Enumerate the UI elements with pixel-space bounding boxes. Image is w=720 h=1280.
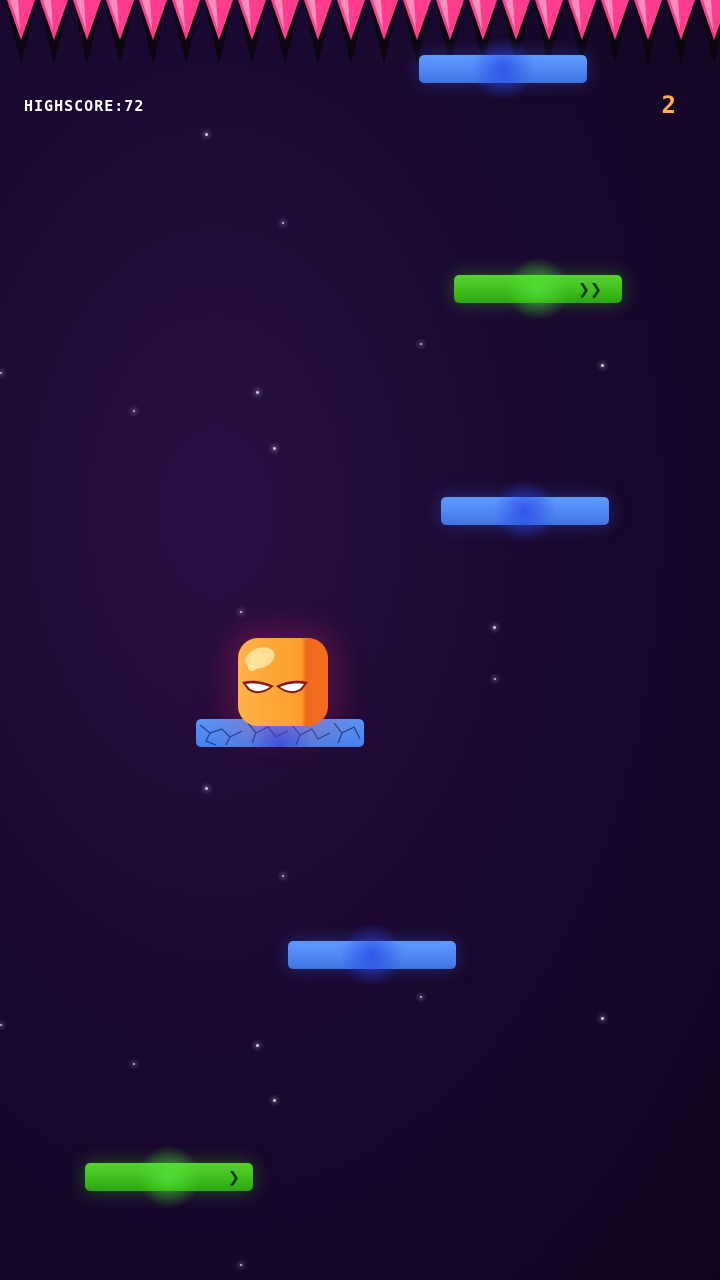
platform-glow bbox=[506, 257, 570, 321]
star-icon bbox=[273, 1099, 276, 1102]
platform-glow bbox=[137, 1145, 201, 1209]
chevron-right-icon: ❯ bbox=[228, 1165, 241, 1189]
player-character bbox=[238, 638, 328, 726]
star-icon bbox=[256, 1044, 259, 1047]
star-icon bbox=[240, 611, 242, 613]
star-icon bbox=[493, 626, 496, 629]
star-icon bbox=[601, 364, 604, 367]
star-icon bbox=[205, 133, 208, 136]
current-score: 2 bbox=[661, 91, 676, 119]
star-icon bbox=[256, 391, 259, 394]
orange-cube-angry-eyes-icon bbox=[242, 647, 308, 694]
platform-blue bbox=[441, 479, 609, 543]
star-icon bbox=[0, 1024, 2, 1026]
star-icon bbox=[282, 875, 284, 877]
star-icon bbox=[420, 343, 422, 345]
star-icon bbox=[282, 222, 284, 224]
star-icon bbox=[133, 410, 135, 412]
star-icon bbox=[420, 996, 422, 998]
star-icon bbox=[205, 787, 208, 790]
platform-glow bbox=[493, 479, 557, 543]
star-icon bbox=[133, 1063, 135, 1065]
ceiling-spikes bbox=[6, 0, 720, 64]
star-icon bbox=[240, 1264, 242, 1266]
platform-glow bbox=[471, 37, 535, 101]
game-screen[interactable]: HIGHSCORE:72 2 ❯❯ ❯ bbox=[0, 0, 720, 1280]
platform-blue bbox=[419, 37, 587, 101]
star-icon bbox=[601, 1017, 604, 1020]
platform-green-moving: ❯ bbox=[85, 1145, 253, 1209]
platform-green-moving: ❯❯ bbox=[454, 257, 622, 321]
platform-blue bbox=[288, 923, 456, 987]
star-icon bbox=[0, 372, 2, 374]
star-icon bbox=[273, 447, 276, 450]
star-icon bbox=[494, 678, 496, 680]
double-chevron-right-icon: ❯❯ bbox=[578, 277, 603, 301]
highscore-label: HIGHSCORE:72 bbox=[24, 97, 145, 115]
platform-glow bbox=[340, 923, 404, 987]
